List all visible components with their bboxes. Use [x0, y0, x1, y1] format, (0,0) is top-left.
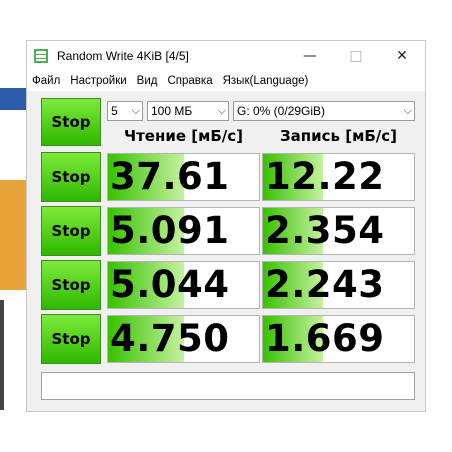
background-strip-blue	[0, 88, 26, 110]
background-strip-orange	[0, 180, 26, 290]
test-size-select[interactable]: 100 МБ ⌵	[147, 101, 229, 121]
test-count-value: 5	[111, 104, 118, 118]
test-count-select[interactable]: 5 ⌵	[107, 101, 143, 121]
drive-select[interactable]: G: 0% (0/29GiB) ⌵	[233, 101, 415, 121]
read-value: 5.091	[110, 209, 230, 252]
menu-help[interactable]: Справка	[162, 75, 217, 87]
read-value: 4.750	[110, 317, 230, 360]
chevron-down-icon: ⌵	[217, 105, 226, 117]
write-result-row-1: 12.22	[262, 153, 415, 201]
minimize-button[interactable]: —	[287, 41, 333, 71]
title-bar[interactable]: Random Write 4KiB [4/5] — □ ✕	[27, 41, 425, 71]
stop-button-row-1[interactable]: Stop	[41, 152, 101, 202]
read-value: 37.61	[110, 155, 230, 198]
read-result-row-1: 37.61	[107, 153, 260, 201]
read-result-row-2: 5.091	[107, 207, 260, 255]
write-column-header: Запись [мБ/с]	[279, 127, 398, 145]
menu-file[interactable]: Файл	[27, 75, 65, 87]
write-value: 2.354	[265, 209, 385, 252]
write-value: 12.22	[265, 155, 385, 198]
maximize-button[interactable]: □	[333, 41, 379, 71]
background-strip-dark	[0, 300, 4, 410]
read-column-header: Чтение [мБ/с]	[123, 127, 244, 145]
test-size-value: 100 МБ	[151, 104, 193, 118]
all-stop-button[interactable]: Stop	[41, 98, 101, 146]
comment-field[interactable]	[41, 372, 415, 400]
read-result-row-4: 4.750	[107, 315, 260, 363]
close-button[interactable]: ✕	[379, 41, 425, 71]
read-result-row-3: 5.044	[107, 261, 260, 309]
crystaldiskmark-window: Random Write 4KiB [4/5] — □ ✕ Файл Настр…	[26, 40, 426, 412]
app-icon	[34, 49, 48, 63]
chevron-down-icon: ⌵	[403, 105, 412, 117]
window-title: Random Write 4KiB [4/5]	[57, 49, 189, 63]
write-result-row-4: 1.669	[262, 315, 415, 363]
main-panel: Stop 5 ⌵ 100 МБ ⌵ G: 0% (0/29GiB) ⌵ Чтен…	[27, 91, 425, 411]
menu-language[interactable]: Язык(Language)	[218, 75, 314, 87]
stop-button-row-3[interactable]: Stop	[41, 260, 101, 310]
write-value: 1.669	[265, 317, 385, 360]
chevron-down-icon: ⌵	[131, 105, 140, 117]
read-value: 5.044	[110, 263, 230, 306]
menu-bar: Файл Настройки Вид Справка Язык(Language…	[27, 71, 425, 91]
menu-view[interactable]: Вид	[132, 75, 163, 87]
drive-value: G: 0% (0/29GiB)	[237, 104, 326, 118]
write-result-row-2: 2.354	[262, 207, 415, 255]
menu-settings[interactable]: Настройки	[65, 75, 131, 87]
write-value: 2.243	[265, 263, 385, 306]
stop-button-row-4[interactable]: Stop	[41, 314, 101, 364]
stop-button-row-2[interactable]: Stop	[41, 206, 101, 256]
write-result-row-3: 2.243	[262, 261, 415, 309]
